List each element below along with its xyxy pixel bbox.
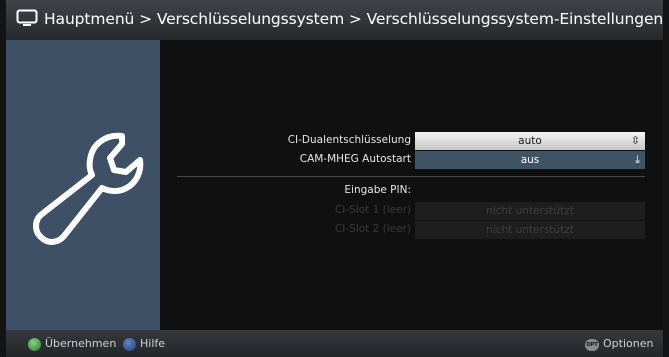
help-label[interactable]: Hilfe [140,337,165,350]
setting-ci-dual[interactable]: CI-Dualentschlüsselung auto ⇳ [160,132,663,150]
setting-slot2: CI-Slot 2 (leer) nicht unterstützt [160,221,663,239]
wrench-icon [33,132,144,245]
pin-heading-row: Eingabe PIN: [160,182,663,200]
breadcrumb: Hauptmenü > Verschlüsselungssystem > Ver… [44,10,664,28]
setting-label: CI-Dualentschlüsselung [287,134,411,146]
slot2-value: nicht unterstützt [415,221,645,239]
select-value: auto [518,135,542,147]
setting-cam-mheg[interactable]: CAM-MHEG Autostart aus ⤓ [160,151,663,169]
screen-frame: Hauptmenü > Verschlüsselungssystem > Ver… [6,0,663,357]
divider [177,176,645,177]
slot1-value: nicht unterstützt [415,202,645,220]
green-key-icon[interactable] [28,338,41,351]
setting-label: CAM-MHEG Autostart [299,153,411,165]
opt-key-icon[interactable]: OPT [585,339,599,351]
setting-slot1: CI-Slot 1 (leer) nicht unterstützt [160,202,663,220]
accept-label[interactable]: Übernehmen [45,337,116,350]
ci-dual-select[interactable]: auto ⇳ [415,132,645,150]
down-arrow-icon: ⤓ [635,153,640,166]
scroll-arrows-icon: ⇳ [630,134,640,147]
title-bar: Hauptmenü > Verschlüsselungssystem > Ver… [6,0,663,40]
left-panel [6,40,160,330]
settings-panel: CI-Dualentschlüsselung auto ⇳ CAM-MHEG A… [160,40,663,330]
setting-label: CI-Slot 2 (leer) [334,223,411,235]
blue-key-icon[interactable] [123,338,136,351]
select-value: aus [520,154,540,166]
bottom-bar: Übernehmen Hilfe OPT Optionen [6,330,663,357]
options-label[interactable]: Optionen [603,337,653,350]
tv-icon [16,9,38,26]
cam-mheg-select[interactable]: aus ⤓ [415,151,645,169]
setting-label: CI-Slot 1 (leer) [334,204,411,216]
pin-heading: Eingabe PIN: [344,184,411,196]
